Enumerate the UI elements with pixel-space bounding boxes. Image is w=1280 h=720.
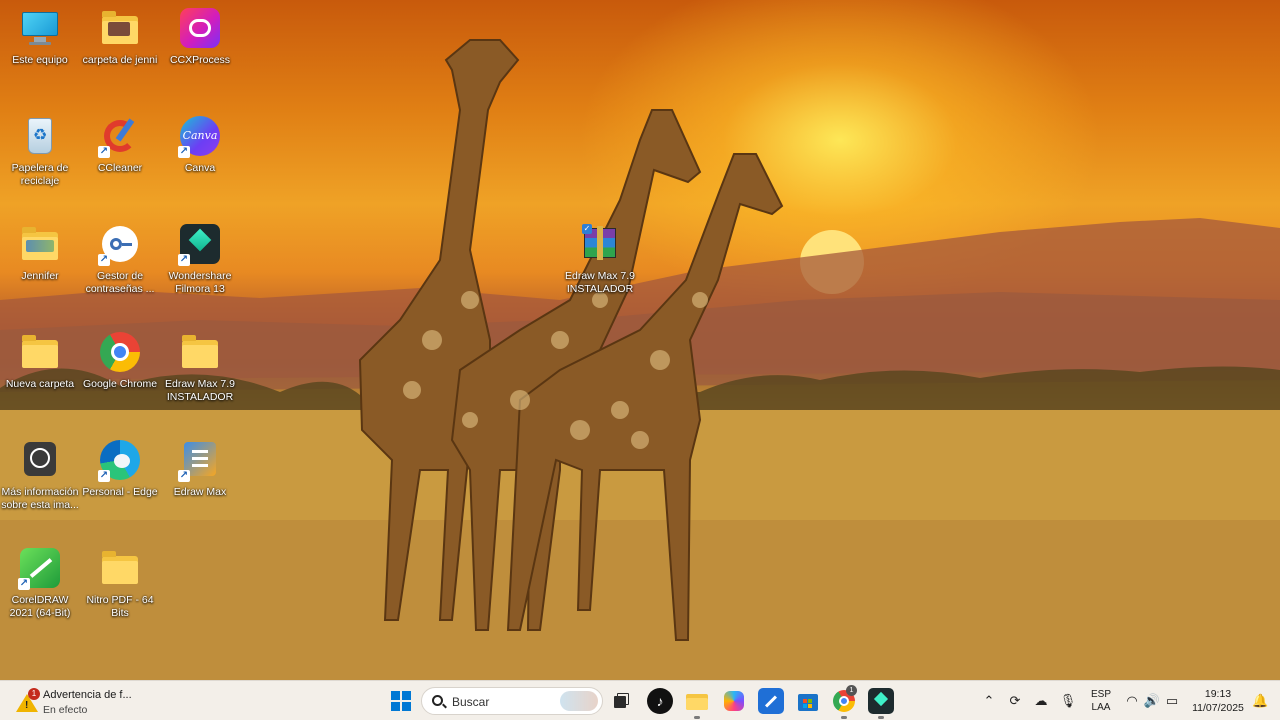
icon-label: Nueva carpeta bbox=[5, 378, 75, 390]
wifi-icon[interactable]: ◠ bbox=[1122, 691, 1142, 711]
desktop-icon-nueva-carpeta[interactable]: Nueva carpeta bbox=[0, 328, 80, 391]
clock-date: 11/07/2025 bbox=[1192, 702, 1244, 714]
keyboard-layout: LAA bbox=[1091, 702, 1111, 713]
icon-label: Gestor de contraseñas ... bbox=[85, 270, 155, 295]
sync-icon[interactable]: ⟳ bbox=[1005, 691, 1025, 711]
icon-label: Wondershare Filmora 13 bbox=[168, 270, 232, 295]
desktop-icon-jennifer[interactable]: Jennifer bbox=[0, 220, 80, 283]
icon-label: CCleaner bbox=[97, 162, 143, 174]
desktop-icon-edraw-max[interactable]: ↗ Edraw Max bbox=[160, 436, 240, 499]
desktop-icon-papelera[interactable]: ♻ Papelera de reciclaje bbox=[0, 112, 80, 188]
search-highlight-image bbox=[560, 691, 598, 711]
icon-label: Este equipo bbox=[12, 54, 68, 66]
search-placeholder: Buscar bbox=[452, 695, 490, 709]
folder-icon bbox=[20, 224, 60, 264]
folder-icon bbox=[100, 548, 140, 588]
tiktok-icon[interactable]: ♪ bbox=[647, 688, 673, 714]
desktop-icon-ccleaner[interactable]: ↗ CCleaner bbox=[80, 112, 160, 175]
file-explorer-icon[interactable] bbox=[684, 688, 710, 719]
icon-label: Canva bbox=[184, 162, 216, 174]
winrar-archive-icon: ✓ bbox=[580, 224, 620, 264]
clock-time: 19:13 bbox=[1204, 688, 1232, 700]
camera-info-icon bbox=[20, 440, 60, 480]
chrome-badge: 1 bbox=[846, 685, 857, 696]
battery-icon[interactable]: ▭ bbox=[1162, 691, 1182, 711]
icon-label: Edraw Max 7.9 INSTALADOR bbox=[564, 270, 636, 295]
icon-label: Más información sobre esta ima... bbox=[1, 486, 79, 511]
clock[interactable]: 19:13 11/07/2025 bbox=[1186, 687, 1250, 715]
desktop-icon-coreldraw[interactable]: ↗ CorelDRAW 2021 (64-Bit) bbox=[0, 544, 80, 620]
notification-title: Advertencia de f... bbox=[43, 689, 132, 701]
desktop-icon-canva[interactable]: Canva ↗ Canva bbox=[160, 112, 240, 175]
icon-label: Papelera de reciclaje bbox=[11, 162, 69, 187]
icon-label: Google Chrome bbox=[82, 378, 158, 390]
desktop-icon-este-equipo[interactable]: Este equipo bbox=[0, 4, 80, 67]
taskbar-search-box[interactable]: Buscar bbox=[421, 687, 603, 715]
icon-label: Edraw Max bbox=[173, 486, 227, 498]
desktop-wallpaper: Este equipo ♻ Papelera de reciclaje Jenn… bbox=[0, 0, 1280, 680]
microphone-icon[interactable]: 🎙 bbox=[1058, 691, 1078, 711]
icon-label: carpeta de jenni bbox=[82, 54, 158, 66]
canva-icon: Canva ↗ bbox=[178, 116, 220, 158]
chrome-taskbar-icon[interactable]: 1 bbox=[831, 685, 857, 719]
desktop-icon-nitro-pdf[interactable]: Nitro PDF - 64 Bits bbox=[80, 544, 160, 620]
edraw-icon: ↗ bbox=[178, 440, 220, 482]
security-warning-notification[interactable]: ! 1 Advertencia de f... En efecto bbox=[14, 686, 144, 716]
filmora-taskbar-icon[interactable] bbox=[868, 688, 894, 719]
ccleaner-icon: ↗ bbox=[98, 116, 140, 158]
folder-icon bbox=[20, 332, 60, 372]
folder-icon bbox=[100, 8, 140, 48]
filmora-icon: ↗ bbox=[178, 224, 220, 266]
desktop-icon-filmora[interactable]: ↗ Wondershare Filmora 13 bbox=[160, 220, 240, 296]
desktop-icon-edraw-installer-archive[interactable]: ✓ Edraw Max 7.9 INSTALADOR bbox=[560, 220, 640, 296]
windows-start-icon[interactable] bbox=[388, 688, 414, 714]
key-icon: ↗ bbox=[98, 224, 140, 266]
icon-label: CorelDRAW 2021 (64-Bit) bbox=[9, 594, 71, 619]
language-indicator[interactable]: ESP LAA bbox=[1086, 688, 1116, 716]
coreldraw-icon: ↗ bbox=[18, 548, 60, 590]
icon-label: Personal - Edge bbox=[82, 486, 158, 498]
icon-label: Nitro PDF - 64 Bits bbox=[86, 594, 154, 619]
chrome-icon bbox=[100, 332, 140, 372]
notification-badge: 1 bbox=[28, 688, 40, 700]
adobe-cc-icon bbox=[180, 8, 220, 48]
desktop-icon-carpeta-jenni[interactable]: carpeta de jenni bbox=[80, 4, 160, 67]
volume-icon[interactable]: 🔊 bbox=[1142, 691, 1162, 711]
monitor-icon bbox=[20, 8, 60, 48]
microsoft-store-icon[interactable] bbox=[795, 688, 821, 714]
folder-icon bbox=[180, 332, 220, 372]
desktop-icon-ccxprocess[interactable]: CCXProcess bbox=[160, 4, 240, 67]
desktop-icon-personal-edge[interactable]: ↗ Personal - Edge bbox=[80, 436, 160, 499]
edge-icon: ↗ bbox=[98, 440, 140, 482]
desktop-icon-edraw-installer-folder[interactable]: Edraw Max 7.9 INSTALADOR bbox=[160, 328, 240, 404]
recycle-bin-icon: ♻ bbox=[20, 116, 60, 156]
icon-label: CCXProcess bbox=[169, 54, 231, 66]
chevron-up-icon[interactable]: ⌃ bbox=[979, 691, 999, 711]
notification-subtitle: En efecto bbox=[43, 704, 88, 716]
language-code: ESP bbox=[1090, 689, 1111, 700]
icon-label: Jennifer bbox=[21, 270, 59, 282]
desktop-icon-google-chrome[interactable]: Google Chrome bbox=[80, 328, 160, 391]
desktop-icon-mas-informacion[interactable]: Más información sobre esta ima... bbox=[0, 436, 80, 512]
taskbar: ! 1 Advertencia de f... En efecto Buscar… bbox=[0, 680, 1280, 720]
cloud-offline-icon[interactable]: ☁ bbox=[1031, 691, 1051, 711]
copilot-icon[interactable] bbox=[721, 688, 747, 714]
edraw-taskbar-icon[interactable] bbox=[758, 688, 784, 714]
task-view-icon[interactable] bbox=[608, 688, 634, 714]
notification-bell-icon[interactable]: 🔔 bbox=[1252, 691, 1268, 711]
icon-label: Edraw Max 7.9 INSTALADOR bbox=[164, 378, 236, 403]
warning-icon: ! 1 bbox=[16, 688, 40, 712]
desktop-icon-gestor-contrasenas[interactable]: ↗ Gestor de contraseñas ... bbox=[80, 220, 160, 296]
